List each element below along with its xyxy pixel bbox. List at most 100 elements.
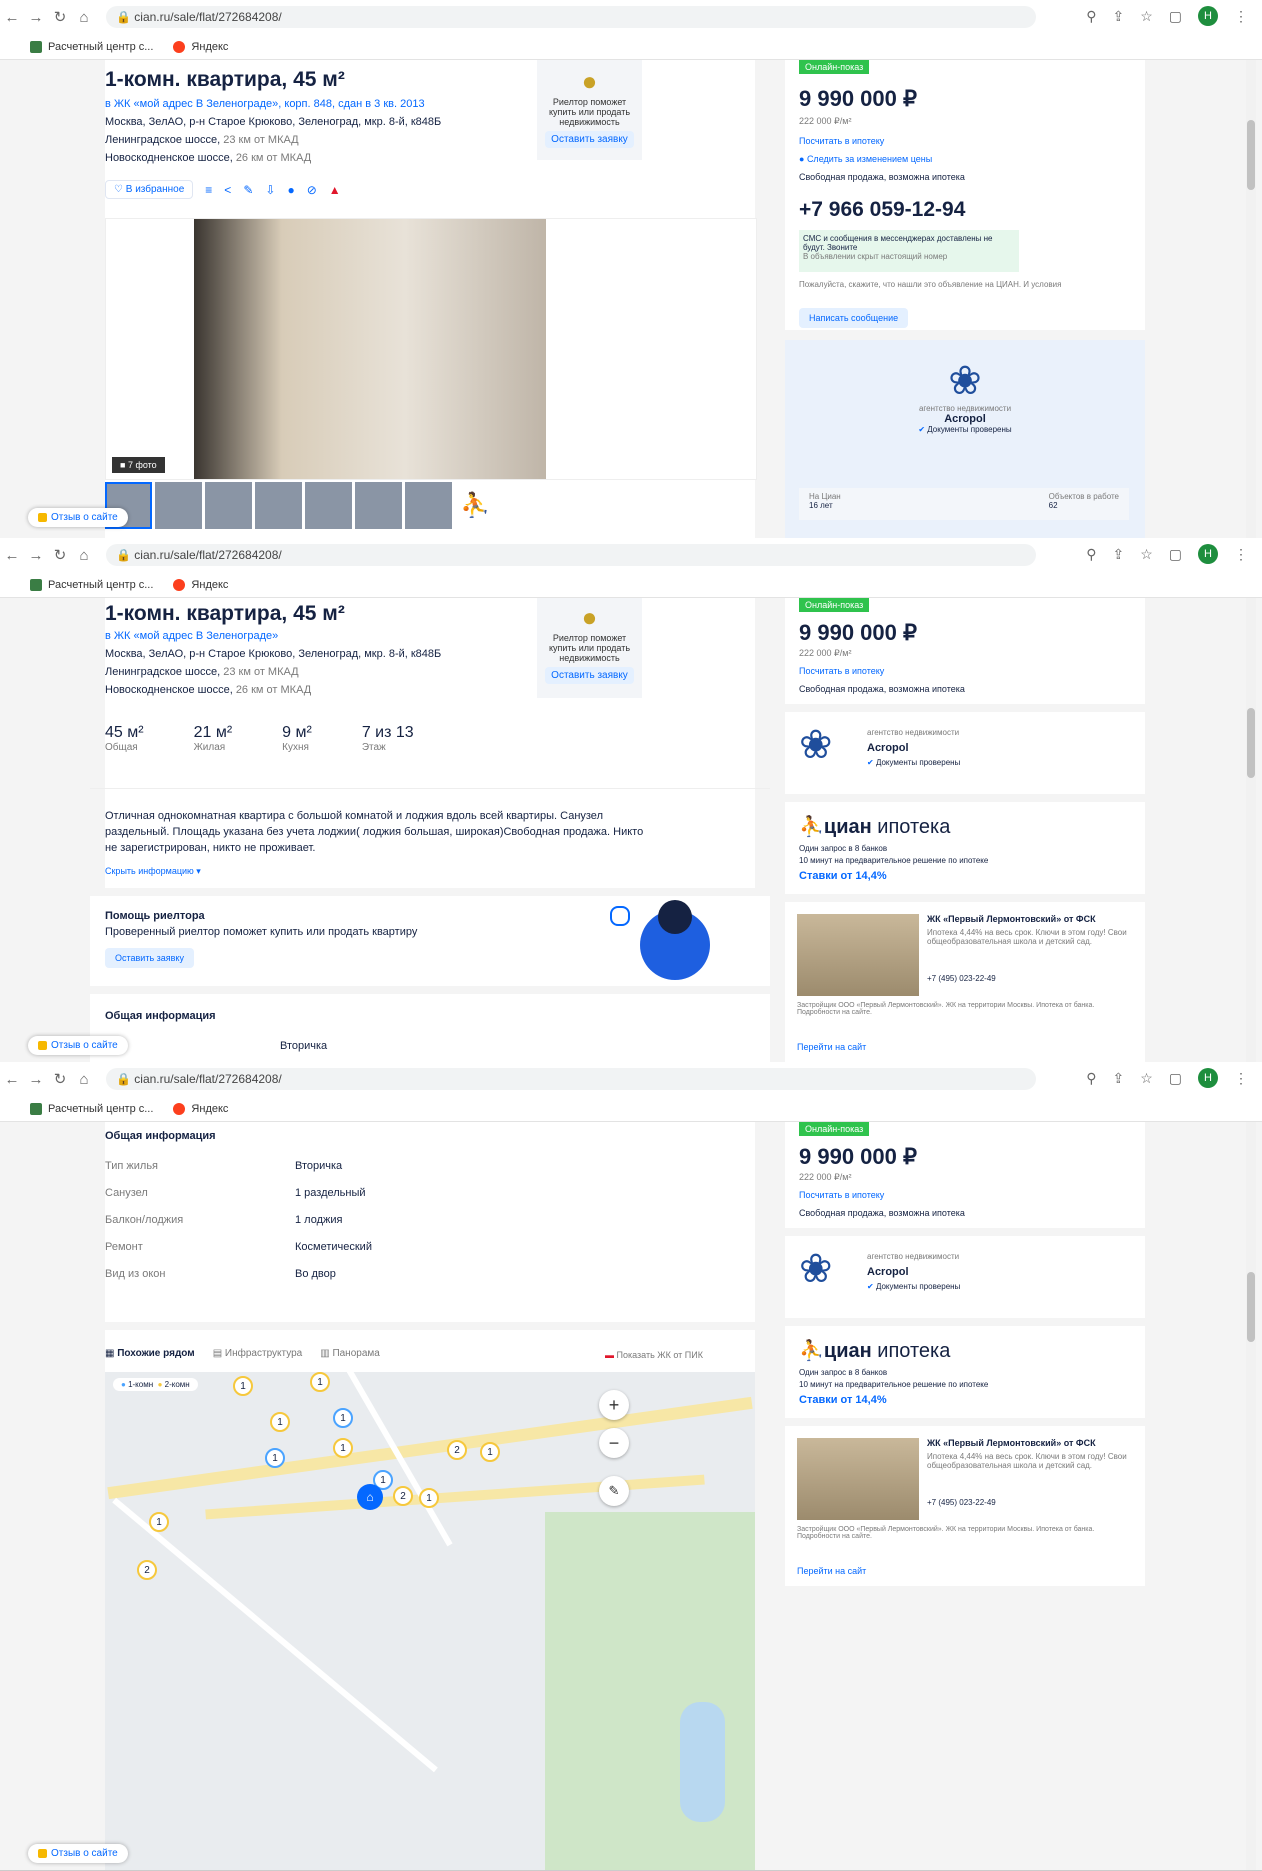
report-icon[interactable]: ▲ (329, 183, 341, 197)
thumbnail[interactable] (355, 482, 402, 529)
agency-name[interactable]: Acropol (867, 1266, 909, 1278)
hide-icon[interactable]: ⊘ (307, 183, 317, 197)
map-pin[interactable]: 1 (149, 1512, 169, 1532)
avatar[interactable]: Н (1198, 544, 1218, 564)
bookmark-2[interactable]: Яндекс (173, 40, 228, 53)
mortgage-link[interactable]: Посчитать в ипотеку (799, 1190, 884, 1200)
star-icon[interactable]: ☆ (1140, 546, 1153, 563)
map-pin[interactable]: 2 (137, 1560, 157, 1580)
sidepanel-icon[interactable]: ▢ (1169, 8, 1182, 25)
reload-icon[interactable]: ↻ (48, 546, 72, 564)
address-bar[interactable]: 🔒 cian.ru/sale/flat/272684208/ (106, 1068, 1036, 1090)
bookmark-2[interactable]: Яндекс (173, 1102, 228, 1115)
promo-image[interactable] (797, 914, 919, 996)
avatar[interactable]: Н (1198, 6, 1218, 26)
star-icon[interactable]: ☆ (1140, 8, 1153, 25)
map-pin[interactable]: 2 (393, 1486, 413, 1506)
map-pin[interactable]: 1 (333, 1408, 353, 1428)
mortgage-link[interactable]: Посчитать в ипотеку (799, 666, 884, 676)
avatar[interactable]: Н (1198, 1068, 1218, 1088)
agency-name[interactable]: Acropol (785, 413, 1145, 425)
ruler-icon[interactable]: ✎ (599, 1476, 629, 1506)
menu-icon[interactable]: ⋮ (1234, 8, 1248, 25)
tab-similar[interactable]: ▦ Похожие рядом (105, 1348, 195, 1359)
help-request-button[interactable]: Оставить заявку (105, 948, 194, 968)
map-pin[interactable]: 1 (265, 1448, 285, 1468)
zoom-icon[interactable]: ⚲ (1086, 8, 1096, 25)
main-photo[interactable] (194, 219, 546, 479)
promo-link[interactable]: Перейти на сайт (797, 1566, 866, 1576)
back-icon[interactable]: ← (0, 547, 24, 564)
map-pin[interactable]: 1 (480, 1442, 500, 1462)
realtor-request-button[interactable]: Оставить заявку (545, 131, 634, 148)
forward-icon[interactable]: → (24, 9, 48, 26)
zoom-icon[interactable]: ⚲ (1086, 1070, 1096, 1087)
map[interactable]: ● 1-комн ● 2-комн 1 1 1 1 1 1 2 1 1 2 1 … (105, 1372, 755, 1870)
bookmark-1[interactable]: Расчетный центр с... (30, 1102, 153, 1115)
zoom-out-button[interactable]: − (599, 1428, 629, 1458)
forward-icon[interactable]: → (24, 1071, 48, 1088)
home-icon[interactable]: ⌂ (72, 547, 96, 564)
zoom-icon[interactable]: ⚲ (1086, 546, 1096, 563)
home-icon[interactable]: ⌂ (72, 1071, 96, 1088)
mortgage-link[interactable]: Посчитать в ипотеку (799, 136, 884, 146)
back-icon[interactable]: ← (0, 9, 24, 26)
map-pin[interactable]: 1 (233, 1376, 253, 1396)
promo-image[interactable] (797, 1438, 919, 1520)
home-icon[interactable]: ⌂ (72, 9, 96, 26)
menu-icon[interactable]: ⋮ (1234, 1070, 1248, 1087)
scrollbar[interactable] (1246, 1122, 1256, 1870)
map-pin[interactable]: 2 (447, 1440, 467, 1460)
menu-icon[interactable]: ⋮ (1234, 546, 1248, 563)
share-icon[interactable]: ⇪ (1112, 1070, 1124, 1087)
share-icon[interactable]: < (224, 183, 231, 197)
scrollbar[interactable] (1246, 598, 1256, 1062)
photo-gallery[interactable]: ■ 7 фото (105, 218, 757, 480)
compare-icon[interactable]: ≡ (205, 183, 212, 197)
feedback-button[interactable]: Отзыв о сайте (28, 1844, 128, 1863)
address-bar[interactable]: 🔒 cian.ru/sale/flat/272684208/ (106, 6, 1036, 28)
complex-link[interactable]: в ЖК «мой адрес В Зеленограде», корп. 84… (105, 98, 425, 110)
reload-icon[interactable]: ↻ (48, 1070, 72, 1088)
bookmark-1[interactable]: Расчетный центр с... (30, 578, 153, 591)
map-pin[interactable]: 1 (333, 1438, 353, 1458)
show-pik-toggle[interactable]: ▬ Показать ЖК от ПИК (605, 1350, 703, 1360)
star-icon[interactable]: ☆ (1140, 1070, 1153, 1087)
share-icon[interactable]: ⇪ (1112, 546, 1124, 563)
scrollbar[interactable] (1246, 60, 1256, 538)
edit-icon[interactable]: ✎ (243, 183, 253, 197)
bookmark-2[interactable]: Яндекс (173, 578, 228, 591)
complex-link[interactable]: в ЖК «мой адрес В Зеленограде» (105, 630, 278, 642)
map-pin[interactable]: 1 (310, 1372, 330, 1392)
agency-name[interactable]: Acropol (867, 742, 909, 754)
realtor-request-button[interactable]: Оставить заявку (545, 667, 634, 684)
mortgage-rate-link[interactable]: Ставки от 14,4% (799, 1394, 887, 1406)
print-icon[interactable]: ● (287, 183, 294, 197)
panorama-icon[interactable]: ⛹ (455, 482, 495, 529)
map-pin[interactable]: 1 (270, 1412, 290, 1432)
favorite-button[interactable]: ♡ В избранное (105, 180, 194, 199)
phone-number[interactable]: +7 966 059-12-94 (799, 198, 965, 222)
tab-panorama[interactable]: ▥ Панорама (320, 1348, 380, 1359)
thumbnail[interactable] (305, 482, 352, 529)
zoom-in-button[interactable]: + (599, 1390, 629, 1420)
share-icon[interactable]: ⇪ (1112, 8, 1124, 25)
thumbnail[interactable] (205, 482, 252, 529)
promo-link[interactable]: Перейти на сайт (797, 1042, 866, 1052)
tab-infrastructure[interactable]: ▤ Инфраструктура (213, 1348, 303, 1359)
reload-icon[interactable]: ↻ (48, 8, 72, 26)
sidepanel-icon[interactable]: ▢ (1169, 546, 1182, 563)
address-bar[interactable]: 🔒 cian.ru/sale/flat/272684208/ (106, 544, 1036, 566)
feedback-button[interactable]: Отзыв о сайте (28, 508, 128, 527)
follow-price-link[interactable]: ● Следить за изменением цены (799, 154, 932, 164)
feedback-button[interactable]: Отзыв о сайте (28, 1036, 128, 1055)
thumbnail[interactable] (255, 482, 302, 529)
sidepanel-icon[interactable]: ▢ (1169, 1070, 1182, 1087)
bookmark-1[interactable]: Расчетный центр с... (30, 40, 153, 53)
current-listing-marker[interactable]: ⌂ (357, 1484, 383, 1510)
forward-icon[interactable]: → (24, 547, 48, 564)
map-pin[interactable]: 1 (419, 1488, 439, 1508)
hide-info-link[interactable]: Скрыть информацию ▾ (105, 866, 201, 877)
thumbnail[interactable] (405, 482, 452, 529)
download-icon[interactable]: ⇩ (265, 183, 275, 197)
